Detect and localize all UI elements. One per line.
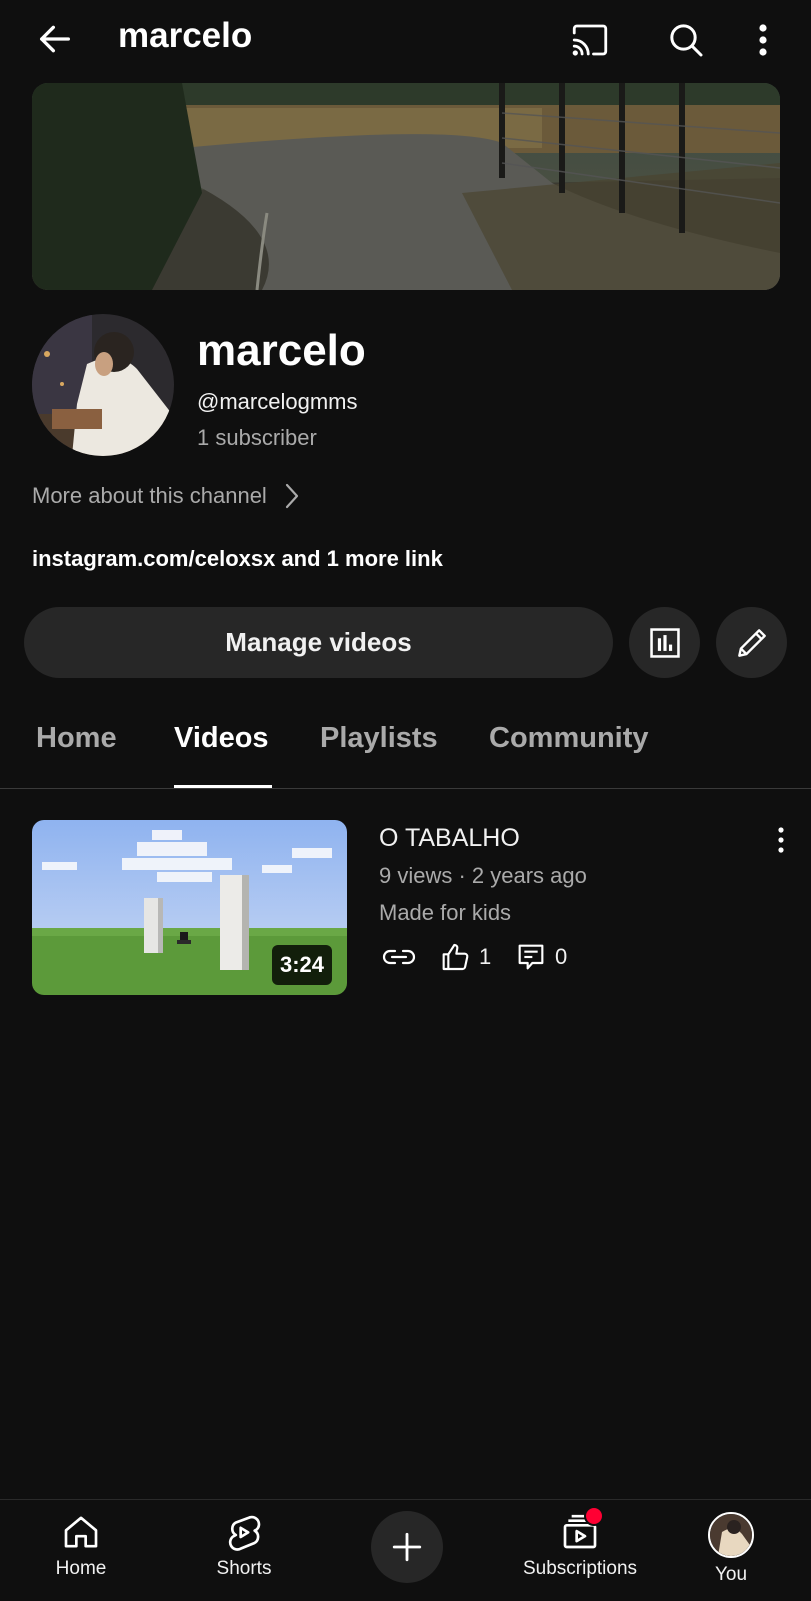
video-menu-icon[interactable]	[766, 822, 796, 858]
more-vert-icon[interactable]	[746, 15, 780, 65]
nav-home-label: Home	[55, 1558, 107, 1579]
more-about-label: More about this channel	[32, 483, 267, 508]
video-title[interactable]: O TABALHO	[379, 824, 520, 853]
subscriber-count: 1 subscriber	[197, 425, 317, 450]
plus-icon	[390, 1530, 424, 1564]
comment-icon	[515, 941, 547, 973]
channel-links[interactable]: instagram.com/celoxsx and 1 more link	[32, 546, 443, 572]
page-title: marcelo	[118, 16, 253, 55]
create-button[interactable]	[371, 1511, 443, 1583]
nav-home[interactable]: Home	[40, 1512, 122, 1580]
notification-dot	[584, 1506, 604, 1526]
manage-videos-button[interactable]: Manage videos	[24, 607, 613, 678]
edit-channel-button[interactable]	[716, 607, 787, 678]
more-about-channel-link[interactable]: More about this channel	[32, 482, 301, 510]
video-duration-badge: 3:24	[272, 945, 333, 985]
analytics-button[interactable]	[629, 607, 700, 678]
tabs-divider	[0, 788, 811, 789]
tab-videos[interactable]: Videos	[174, 722, 269, 755]
channel-banner	[32, 83, 780, 290]
tab-community[interactable]: Community	[489, 722, 649, 755]
channel-handle: @marcelogmms	[197, 389, 358, 414]
nav-shorts[interactable]: Shorts	[203, 1512, 285, 1580]
nav-shorts-label: Shorts	[216, 1558, 272, 1579]
thumbs-up-icon	[439, 941, 471, 973]
video-audience: Made for kids	[379, 900, 512, 925]
channel-avatar[interactable]	[32, 314, 174, 456]
shorts-icon	[224, 1512, 264, 1552]
chevron-right-icon	[283, 482, 301, 510]
edit-pencil-icon	[733, 624, 771, 662]
nav-subscriptions[interactable]: Subscriptions	[505, 1506, 655, 1580]
analytics-icon	[646, 624, 684, 662]
avatar	[708, 1512, 754, 1558]
tab-playlists[interactable]: Playlists	[320, 722, 438, 755]
home-icon	[61, 1512, 101, 1552]
link-icon[interactable]	[380, 940, 418, 974]
like-count-value: 1	[479, 944, 492, 969]
comment-count-value: 0	[555, 944, 568, 969]
like-count[interactable]: 1	[439, 941, 491, 973]
cast-icon[interactable]	[565, 15, 615, 65]
nav-subscriptions-label: Subscriptions	[522, 1558, 638, 1579]
nav-you[interactable]: You	[691, 1512, 771, 1586]
nav-you-label: You	[714, 1564, 748, 1585]
video-meta: 9 views · 2 years ago	[379, 863, 587, 888]
subscriptions-icon	[560, 1506, 604, 1552]
back-arrow-icon[interactable]	[30, 14, 80, 64]
comment-count[interactable]: 0	[515, 941, 567, 973]
channel-name: marcelo	[197, 326, 366, 375]
top-app-bar: marcelo	[0, 0, 811, 80]
search-icon[interactable]	[661, 15, 711, 65]
tab-home[interactable]: Home	[36, 722, 117, 755]
